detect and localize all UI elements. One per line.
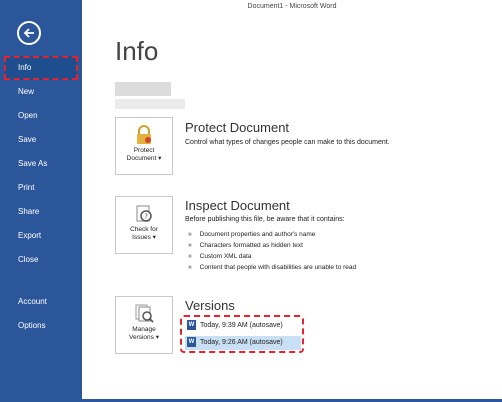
- inspect-button-label-2: Issues ▾: [132, 234, 156, 241]
- nav-info[interactable]: Info: [4, 56, 78, 80]
- nav-save[interactable]: Save: [0, 128, 82, 152]
- inspect-bullet-list: Document properties and author's name Ch…: [188, 229, 356, 273]
- document-name-blurred: [115, 82, 171, 96]
- page-title: Info: [115, 36, 159, 66]
- versions-button-label-2: Versions ▾: [128, 334, 159, 341]
- backstage-nav-lower: Account Options: [0, 290, 82, 338]
- nav-close[interactable]: Close: [0, 248, 82, 272]
- back-arrow-icon[interactable]: [17, 21, 41, 45]
- backstage-sidebar: Info New Open Save Save As Print Share E…: [0, 0, 82, 402]
- inspect-bullet: Content that people with disabilities ar…: [188, 262, 356, 273]
- lock-icon: [137, 125, 151, 144]
- version-item[interactable]: W Today, 9:39 AM (autosave): [185, 319, 283, 333]
- window-title: Document1 - Microsoft Word: [247, 3, 337, 10]
- nav-account[interactable]: Account: [0, 290, 82, 314]
- protect-desc: Control what types of changes people can…: [185, 139, 390, 146]
- protect-button-label-2: Document ▾: [126, 155, 162, 162]
- inspect-title: Inspect Document: [185, 198, 290, 213]
- inspect-bullet: Custom XML data: [188, 251, 356, 262]
- nav-print[interactable]: Print: [0, 176, 82, 200]
- nav-new[interactable]: New: [0, 80, 82, 104]
- inspect-button-label-1: Check for: [130, 226, 158, 233]
- versions-title: Versions: [185, 298, 235, 313]
- nav-export[interactable]: Export: [0, 224, 82, 248]
- nav-open[interactable]: Open: [0, 104, 82, 128]
- versions-button-label-1: Manage: [132, 326, 156, 333]
- protect-title: Protect Document: [185, 120, 290, 135]
- manage-versions-button[interactable]: Manage Versions ▾: [115, 296, 173, 354]
- protect-document-button[interactable]: Protect Document ▾: [115, 117, 173, 175]
- check-for-issues-button[interactable]: ? Check for Issues ▾: [115, 196, 173, 254]
- word-doc-icon: W: [187, 337, 196, 348]
- word-doc-icon: W: [187, 320, 196, 331]
- manage-versions-icon: [135, 304, 154, 323]
- document-path-blurred: [115, 99, 185, 109]
- inspect-bullet: Characters formatted as hidden text: [188, 240, 356, 251]
- nav-save-as[interactable]: Save As: [0, 152, 82, 176]
- inspect-desc: Before publishing this file, be aware th…: [185, 216, 345, 223]
- backstage-nav: Info New Open Save Save As Print Share E…: [0, 56, 82, 272]
- version-item-selected[interactable]: W Today, 9:26 AM (autosave): [185, 336, 301, 350]
- nav-options[interactable]: Options: [0, 314, 82, 338]
- versions-list: W Today, 9:39 AM (autosave) W Today, 9:26 …: [180, 315, 304, 353]
- inspect-bullet: Document properties and author's name: [188, 229, 356, 240]
- protect-button-label-1: Protect: [133, 147, 155, 154]
- nav-share[interactable]: Share: [0, 200, 82, 224]
- inspect-document-icon: ?: [136, 205, 152, 222]
- svg-text:?: ?: [144, 213, 148, 221]
